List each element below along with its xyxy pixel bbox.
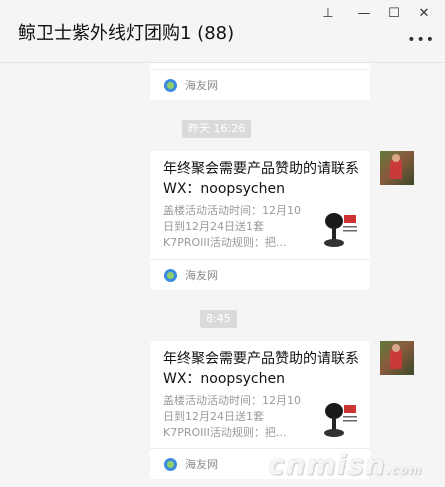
source-label: 海友网 bbox=[185, 269, 218, 282]
product-lamp-icon bbox=[320, 209, 360, 251]
pin-icon[interactable]: ⊥ bbox=[314, 4, 342, 22]
timestamp: 8:45 bbox=[200, 310, 237, 328]
more-options-icon[interactable]: ••• bbox=[407, 32, 435, 48]
product-lamp-icon bbox=[320, 399, 360, 441]
card-source: 海友网 bbox=[150, 69, 370, 100]
card-description: 盖楼活动活动时间：12月10日到12月24日送1套K7PROIII活动规则：把.… bbox=[163, 204, 301, 249]
source-logo-icon bbox=[164, 268, 177, 282]
avatar[interactable] bbox=[380, 151, 414, 185]
avatar[interactable] bbox=[380, 341, 414, 375]
link-card[interactable]: 年终聚会需要产品赞助的请联系WX：noopsychen 盖楼活动活动时间：12月… bbox=[150, 151, 370, 290]
minimize-button[interactable]: — bbox=[350, 4, 378, 22]
chat-area[interactable]: 海友网 昨天 16:26 年终聚会需要产品赞助的请联系WX：noopsychen… bbox=[0, 63, 445, 487]
maximize-button[interactable]: ☐ bbox=[380, 4, 408, 22]
card-source: 海友网 bbox=[150, 259, 370, 290]
chat-title: 鲸卫士紫外线灯团购1 (88) bbox=[18, 23, 235, 44]
source-label: 海友网 bbox=[185, 79, 218, 92]
close-button[interactable]: ✕ bbox=[410, 4, 438, 22]
card-title: 年终聚会需要产品赞助的请联系WX：noopsychen bbox=[163, 351, 359, 387]
link-card-partial[interactable]: 海友网 bbox=[150, 63, 370, 100]
source-logo-icon bbox=[164, 457, 177, 471]
source-logo-icon bbox=[164, 78, 177, 92]
title-bar: 鲸卫士紫外线灯团购1 (88) ⊥ — ☐ ✕ ••• bbox=[0, 0, 445, 63]
card-description: 盖楼活动活动时间：12月10日到12月24日送1套K7PROIII活动规则：把.… bbox=[163, 394, 301, 439]
watermark: cnmisn.com bbox=[268, 448, 423, 481]
source-label: 海友网 bbox=[185, 458, 218, 471]
card-title: 年终聚会需要产品赞助的请联系WX：noopsychen bbox=[163, 161, 359, 197]
timestamp: 昨天 16:26 bbox=[182, 120, 252, 138]
